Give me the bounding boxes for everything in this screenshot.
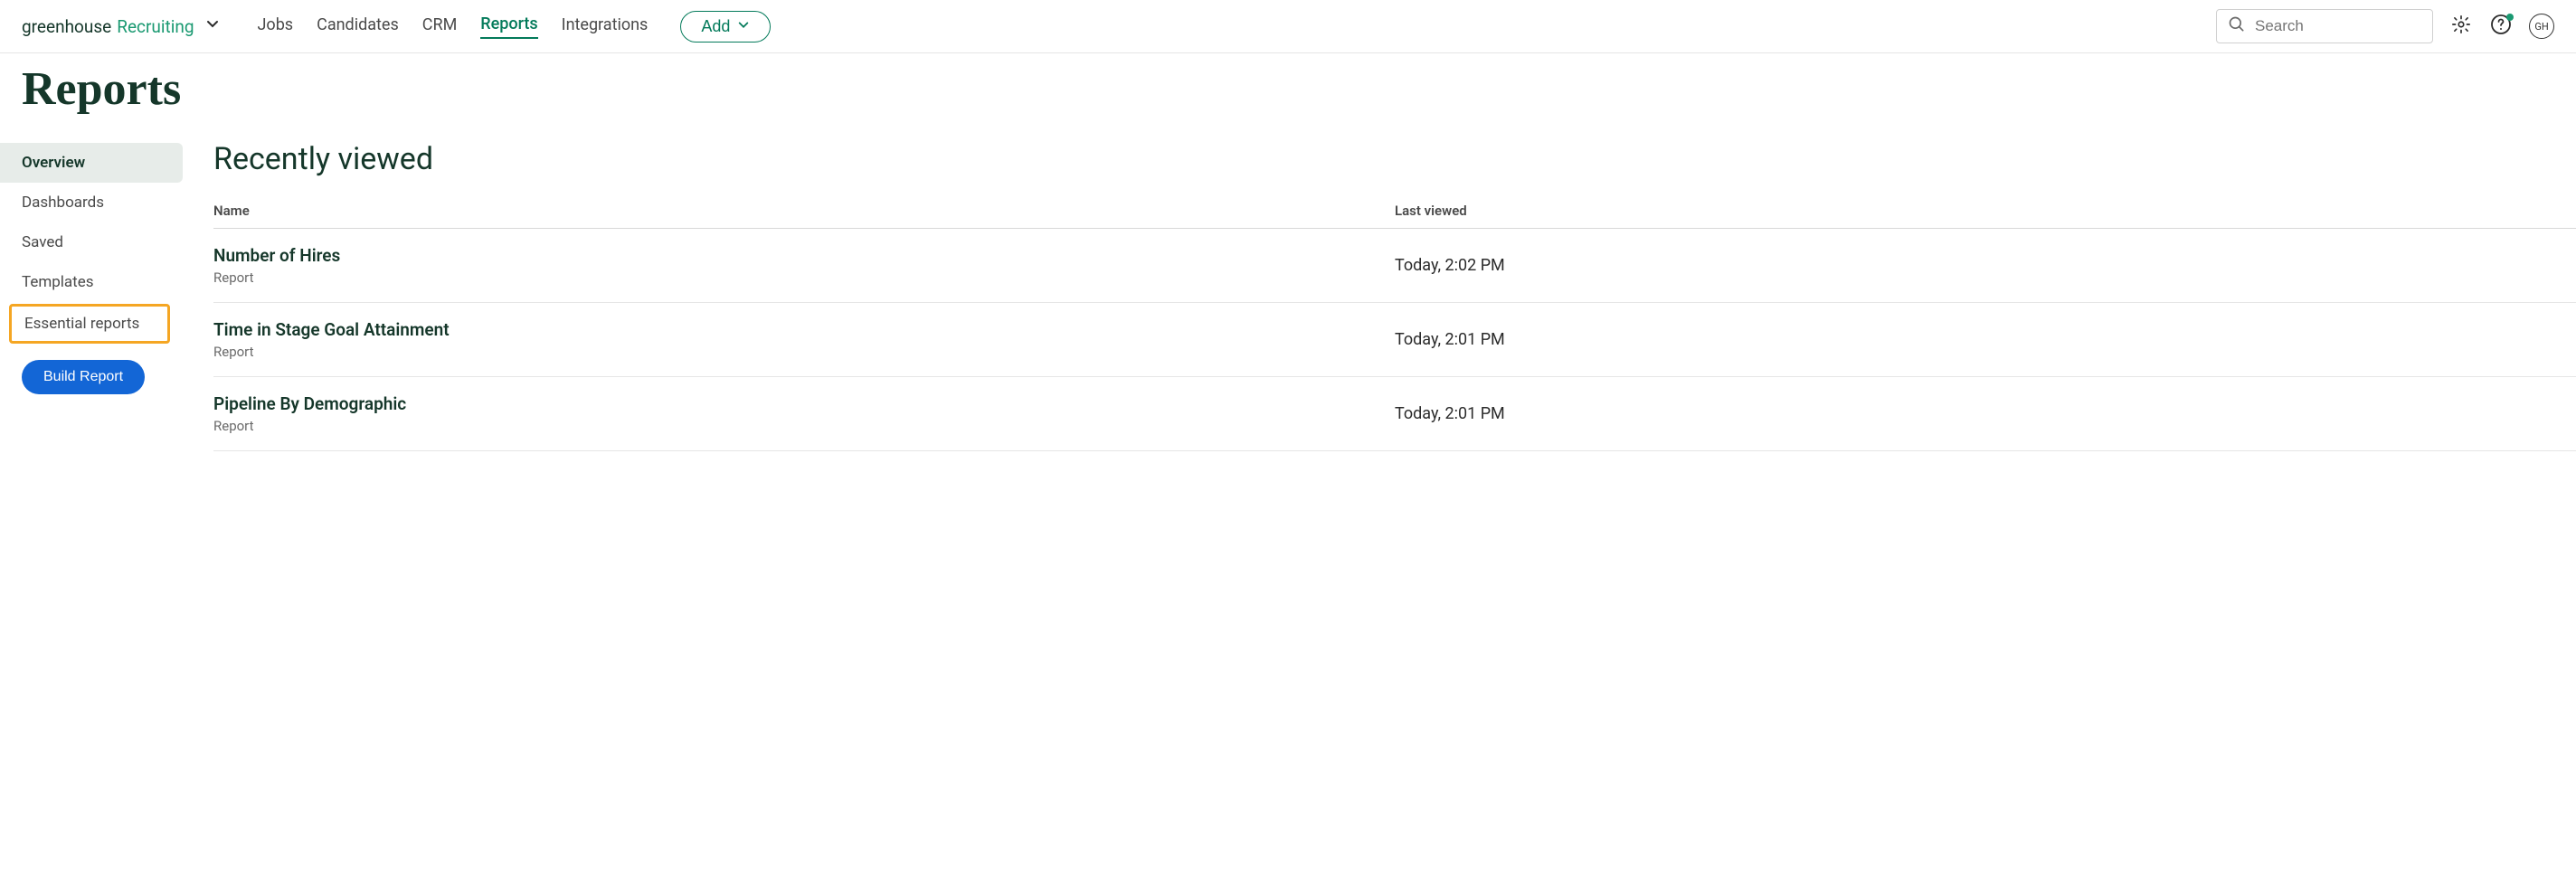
report-title: Pipeline By Demographic xyxy=(213,393,1395,414)
sidebar-item-label: Overview xyxy=(22,154,85,172)
nav-jobs[interactable]: Jobs xyxy=(258,15,294,38)
row-name-cell: Pipeline By Demographic Report xyxy=(213,393,1395,434)
last-viewed-value: Today, 2:02 PM xyxy=(1395,256,2576,275)
sidebar-item-overview[interactable]: Overview xyxy=(0,143,183,183)
table-row[interactable]: Time in Stage Goal Attainment Report Tod… xyxy=(213,303,2576,377)
nav-reports[interactable]: Reports xyxy=(480,14,537,39)
sidebar-item-label: Templates xyxy=(22,273,94,291)
report-title: Number of Hires xyxy=(213,245,1395,266)
nav-integrations[interactable]: Integrations xyxy=(562,15,649,38)
avatar-initials: GH xyxy=(2534,21,2548,33)
chevron-down-icon[interactable] xyxy=(205,14,220,39)
table-header: Name Last viewed xyxy=(213,203,2576,229)
column-last-viewed: Last viewed xyxy=(1395,203,2576,219)
sidebar-item-label: Saved xyxy=(22,233,63,251)
nav-links: Jobs Candidates CRM Reports Integrations xyxy=(258,14,649,39)
table-row[interactable]: Number of Hires Report Today, 2:02 PM xyxy=(213,229,2576,303)
nav-candidates[interactable]: Candidates xyxy=(317,15,399,38)
report-subtitle: Report xyxy=(213,269,1395,286)
report-subtitle: Report xyxy=(213,344,1395,360)
search-input[interactable] xyxy=(2255,17,2455,35)
main-content: Recently viewed Name Last viewed Number … xyxy=(183,141,2576,451)
sidebar-item-essential-reports[interactable]: Essential reports xyxy=(9,304,170,344)
search-icon xyxy=(2228,15,2246,37)
nav-crm[interactable]: CRM xyxy=(422,15,458,38)
column-name: Name xyxy=(213,203,1395,219)
logo-text-recruiting: Recruiting xyxy=(117,16,194,37)
logo[interactable]: greenhouse Recruiting xyxy=(22,14,220,39)
top-nav-right: GH xyxy=(2216,9,2554,43)
sidebar-item-label: Dashboards xyxy=(22,194,104,212)
sidebar-item-saved[interactable]: Saved xyxy=(0,222,183,262)
report-subtitle: Report xyxy=(213,418,1395,434)
table-row[interactable]: Pipeline By Demographic Report Today, 2:… xyxy=(213,377,2576,451)
build-report-button[interactable]: Build Report xyxy=(22,360,145,394)
add-button-label: Add xyxy=(701,17,730,36)
build-report-label: Build Report xyxy=(43,369,123,384)
last-viewed-value: Today, 2:01 PM xyxy=(1395,330,2576,349)
add-button[interactable]: Add xyxy=(680,11,771,43)
sidebar: Overview Dashboards Saved Templates Esse… xyxy=(0,141,183,451)
help-button[interactable] xyxy=(2489,14,2513,38)
user-avatar[interactable]: GH xyxy=(2529,14,2554,39)
sidebar-item-dashboards[interactable]: Dashboards xyxy=(0,183,183,222)
gear-icon xyxy=(2451,14,2471,38)
report-title: Time in Stage Goal Attainment xyxy=(213,319,1395,340)
search-box[interactable] xyxy=(2216,9,2433,43)
last-viewed-value: Today, 2:01 PM xyxy=(1395,404,2576,423)
section-title: Recently viewed xyxy=(213,141,2576,177)
row-name-cell: Time in Stage Goal Attainment Report xyxy=(213,319,1395,360)
row-name-cell: Number of Hires Report xyxy=(213,245,1395,286)
notification-dot-icon xyxy=(2506,14,2514,21)
page-title: Reports xyxy=(0,53,2576,141)
sidebar-item-label: Essential reports xyxy=(24,315,139,333)
chevron-down-icon xyxy=(737,17,750,36)
top-nav: greenhouse Recruiting Jobs Candidates CR… xyxy=(0,0,2576,53)
recently-viewed-table: Name Last viewed Number of Hires Report … xyxy=(213,203,2576,451)
sidebar-item-templates[interactable]: Templates xyxy=(0,262,183,302)
content: Overview Dashboards Saved Templates Esse… xyxy=(0,141,2576,451)
logo-text-greenhouse: greenhouse xyxy=(22,16,111,37)
settings-button[interactable] xyxy=(2449,14,2473,38)
top-nav-left: greenhouse Recruiting Jobs Candidates CR… xyxy=(22,11,771,43)
